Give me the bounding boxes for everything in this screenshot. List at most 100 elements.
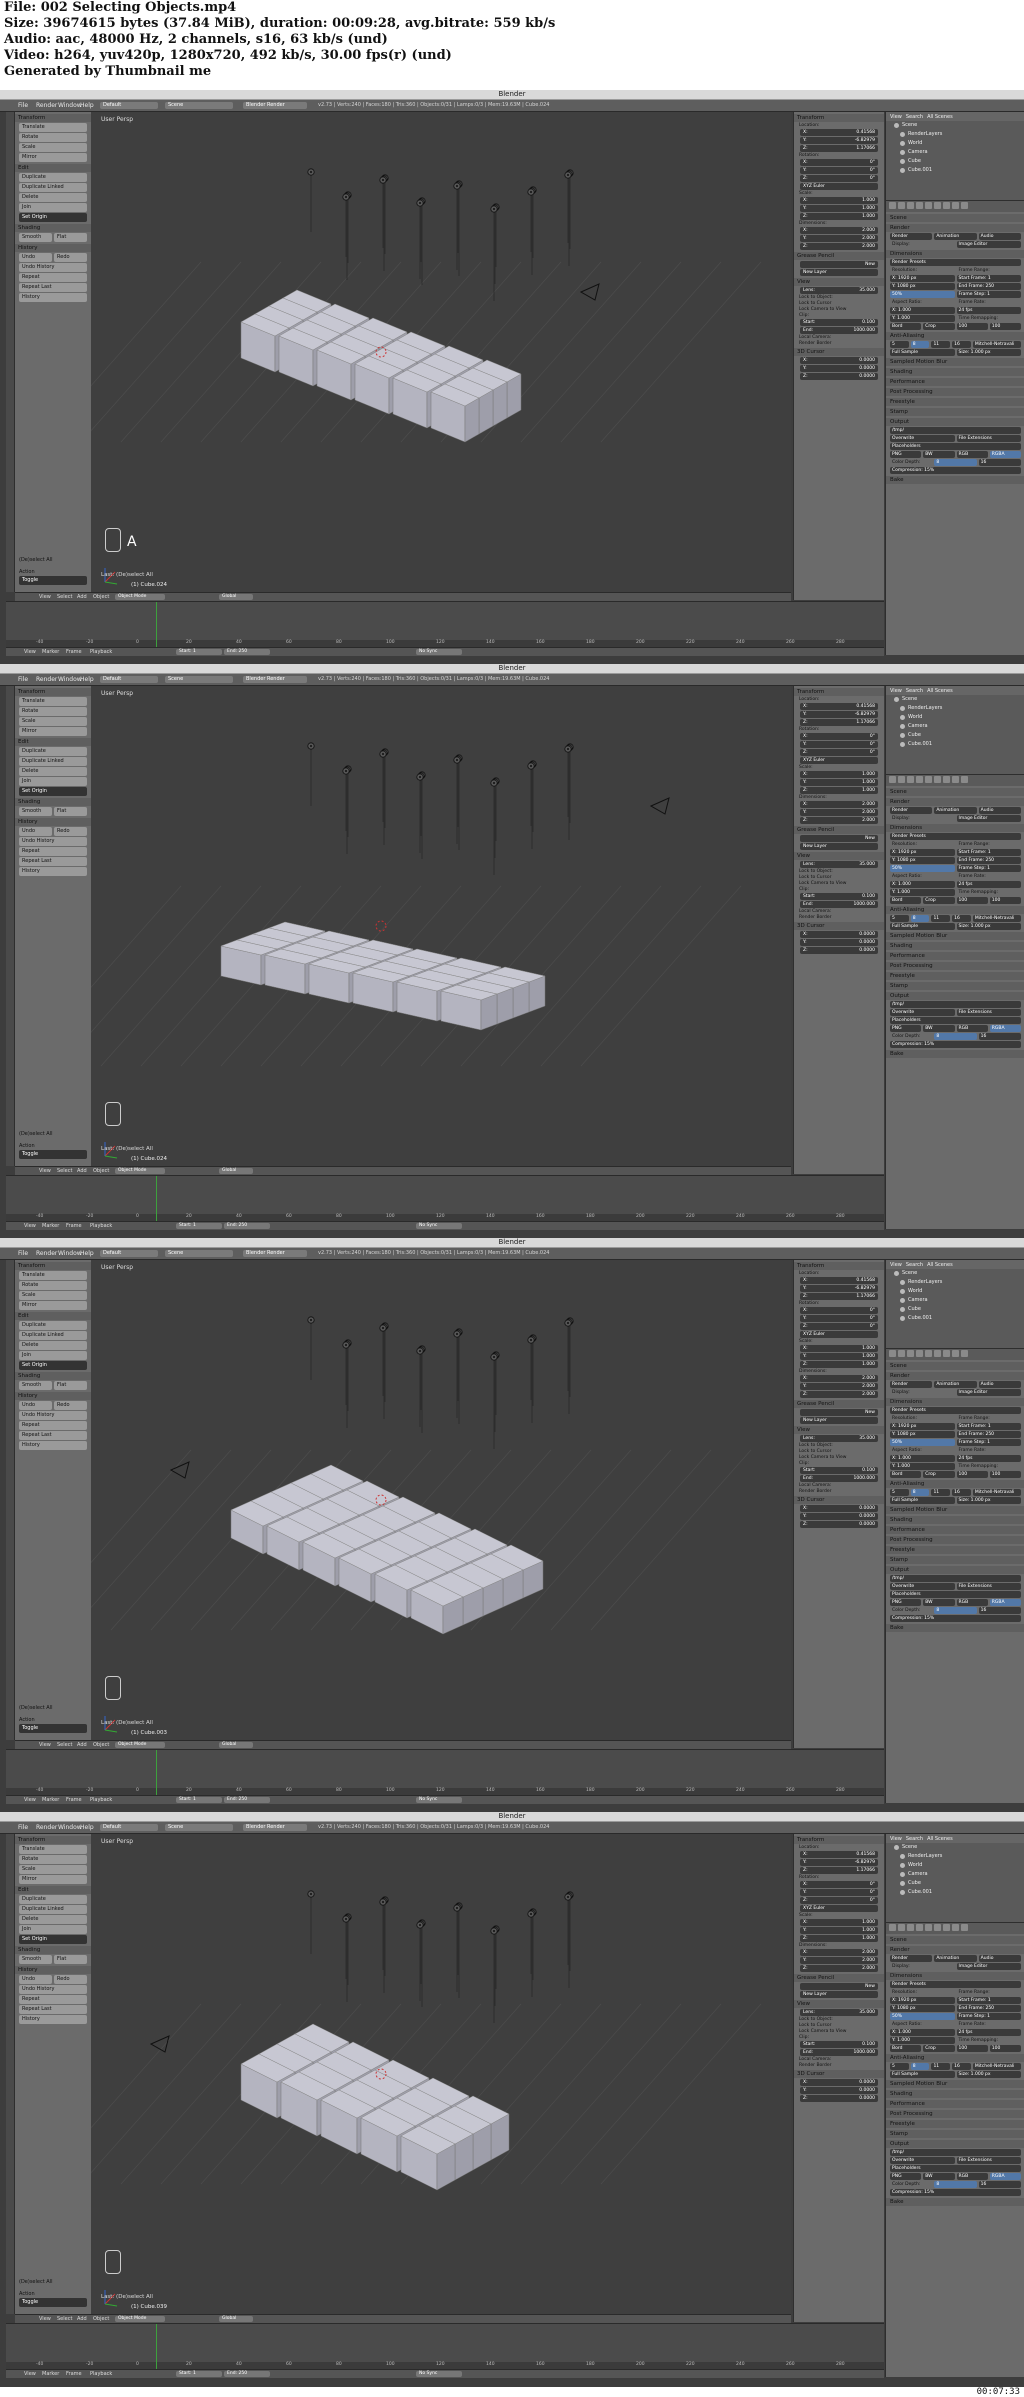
location-x[interactable]: X: 0.41568: [800, 129, 878, 136]
bw-button[interactable]: BW: [923, 1599, 955, 1606]
menu-view[interactable]: View: [39, 2315, 51, 2323]
orientation-selector[interactable]: Global: [219, 1742, 253, 1748]
outliner-view[interactable]: View: [890, 114, 902, 120]
duplicate-button[interactable]: Duplicate: [19, 1321, 87, 1330]
remap-old[interactable]: 100: [956, 323, 988, 330]
render-presets[interactable]: Render Presets: [890, 833, 1021, 840]
cursor-x[interactable]: X: 0.0000: [800, 931, 878, 938]
compression-field[interactable]: Compression: 15%: [890, 1041, 1021, 1048]
menu-add[interactable]: Add: [77, 1741, 87, 1749]
scene-selector[interactable]: Scene: [165, 676, 233, 683]
clip-end[interactable]: End: 1000.000: [800, 901, 878, 908]
anti-aliasing-panel[interactable]: Anti-Aliasing: [886, 332, 1024, 340]
playhead[interactable]: [156, 1176, 157, 1221]
sync-selector[interactable]: No Sync: [416, 1223, 462, 1229]
outliner-item[interactable]: Camera: [886, 1296, 1024, 1305]
render-button[interactable]: Render: [890, 233, 933, 240]
animation-button[interactable]: Animation: [934, 233, 977, 240]
3d-viewport[interactable]: User Persp Last: (De)select All (1) Cube…: [91, 686, 791, 1166]
edit-section[interactable]: Edit: [15, 1886, 91, 1894]
rgba-button[interactable]: RGBA: [989, 451, 1021, 458]
outliner-item[interactable]: Camera: [886, 722, 1024, 731]
sync-selector[interactable]: No Sync: [416, 1797, 462, 1803]
audio-button[interactable]: Audio: [978, 233, 1021, 240]
transform-panel[interactable]: Transform: [794, 1262, 884, 1270]
aa-8[interactable]: 8: [910, 915, 930, 922]
lock-camera-checkbox[interactable]: Lock Camera to View: [799, 307, 879, 312]
view-panel[interactable]: View: [794, 1426, 884, 1434]
res-percent[interactable]: 50%: [890, 2013, 955, 2020]
scale-x[interactable]: X: 1.000: [800, 771, 878, 778]
set-origin-dropdown[interactable]: Set Origin: [19, 213, 87, 222]
grease-pencil-panel[interactable]: Grease Pencil: [794, 1400, 884, 1408]
location-y[interactable]: Y: -6.82979: [800, 137, 878, 144]
overwrite-checkbox[interactable]: Overwrite: [890, 1583, 955, 1590]
full-sample-checkbox[interactable]: Full Sample: [890, 349, 955, 356]
end-frame[interactable]: End Frame: 250: [956, 283, 1021, 290]
cursor-y[interactable]: Y: 0.0000: [800, 2087, 878, 2094]
edit-section[interactable]: Edit: [15, 164, 91, 172]
scale-button[interactable]: Scale: [19, 1865, 87, 1874]
aspect-x[interactable]: X: 1.000: [890, 2029, 955, 2036]
menu-window[interactable]: Window: [58, 1822, 82, 1833]
animation-button[interactable]: Animation: [934, 1381, 977, 1388]
rotation-mode[interactable]: XYZ Euler: [800, 1905, 878, 1912]
outliner-item[interactable]: World: [886, 139, 1024, 148]
format-selector[interactable]: PNG: [890, 451, 922, 458]
shading-panel[interactable]: Shading: [886, 942, 1024, 950]
lock-camera-checkbox[interactable]: Lock Camera to View: [799, 1455, 879, 1460]
remap-new[interactable]: 100: [989, 323, 1021, 330]
render-panel[interactable]: Render: [886, 798, 1024, 806]
filter-size[interactable]: Size: 1.000 px: [956, 923, 1021, 930]
menu-file[interactable]: File: [18, 1248, 28, 1259]
output-path[interactable]: /tmp/: [890, 1001, 1021, 1008]
menu-object[interactable]: Object: [93, 1167, 109, 1175]
crop-checkbox[interactable]: Crop: [923, 323, 955, 330]
res-x-field[interactable]: X: 1920 px: [890, 1997, 955, 2004]
rgba-button[interactable]: RGBA: [989, 2173, 1021, 2180]
stamp-panel[interactable]: Stamp: [886, 1556, 1024, 1564]
res-percent[interactable]: 50%: [890, 1439, 955, 1446]
frame-step[interactable]: Frame Step: 1: [956, 2013, 1021, 2020]
menu-view[interactable]: View: [39, 1741, 51, 1749]
compression-field[interactable]: Compression: 15%: [890, 2189, 1021, 2196]
lens-field[interactable]: Lens: 35.000: [800, 1435, 878, 1442]
mirror-button[interactable]: Mirror: [19, 1301, 87, 1310]
depth-16[interactable]: 16: [978, 2181, 1021, 2188]
crop-checkbox[interactable]: Crop: [923, 1471, 955, 1478]
location-x[interactable]: X: 0.41568: [800, 1277, 878, 1284]
undo-history-button[interactable]: Undo History: [19, 1411, 87, 1420]
menu-view[interactable]: View: [39, 1167, 51, 1175]
menu-window[interactable]: Window: [58, 1248, 82, 1259]
lock-camera-checkbox[interactable]: Lock Camera to View: [799, 881, 879, 886]
timeline-editor[interactable]: -40 -20 0 20 40 60 80 100 120 140 160 180 200 220 240 2…: [6, 1175, 884, 1230]
bw-button[interactable]: BW: [923, 2173, 955, 2180]
dim-y[interactable]: Y: 2.000: [800, 809, 878, 816]
aa-filter[interactable]: Mitchell-Netravali: [972, 2063, 1022, 2070]
res-y-field[interactable]: Y: 1080 px: [890, 283, 955, 290]
res-y-field[interactable]: Y: 1080 px: [890, 1431, 955, 1438]
render-panel[interactable]: Render: [886, 1372, 1024, 1380]
mirror-button[interactable]: Mirror: [19, 727, 87, 736]
output-path[interactable]: /tmp/: [890, 1575, 1021, 1582]
transform-panel[interactable]: Transform: [794, 114, 884, 122]
mode-selector[interactable]: Object Mode: [115, 2316, 165, 2322]
outliner-view[interactable]: View: [890, 688, 902, 694]
outliner-item[interactable]: Cube.001: [886, 1888, 1024, 1897]
fps-selector[interactable]: 24 fps: [956, 2029, 1021, 2036]
menu-help[interactable]: Help: [80, 1822, 94, 1833]
outliner-search[interactable]: Search: [906, 1836, 923, 1842]
rotation-x[interactable]: X: 0°: [800, 1307, 878, 1314]
outliner-item[interactable]: Scene: [886, 1269, 1024, 1278]
tl-menu-view[interactable]: View: [24, 2370, 36, 2378]
output-path[interactable]: /tmp/: [890, 427, 1021, 434]
location-z[interactable]: Z: 1.17066: [800, 719, 878, 726]
filter-size[interactable]: Size: 1.000 px: [956, 1497, 1021, 1504]
fps-selector[interactable]: 24 fps: [956, 881, 1021, 888]
shading-panel[interactable]: Shading: [886, 368, 1024, 376]
compression-field[interactable]: Compression: 15%: [890, 1615, 1021, 1622]
tl-menu-playback[interactable]: Playback: [90, 648, 112, 656]
rotation-y[interactable]: Y: 0°: [800, 1889, 878, 1896]
outliner-search[interactable]: Search: [906, 1262, 923, 1268]
3d-cursor-panel[interactable]: 3D Cursor: [794, 2070, 884, 2078]
